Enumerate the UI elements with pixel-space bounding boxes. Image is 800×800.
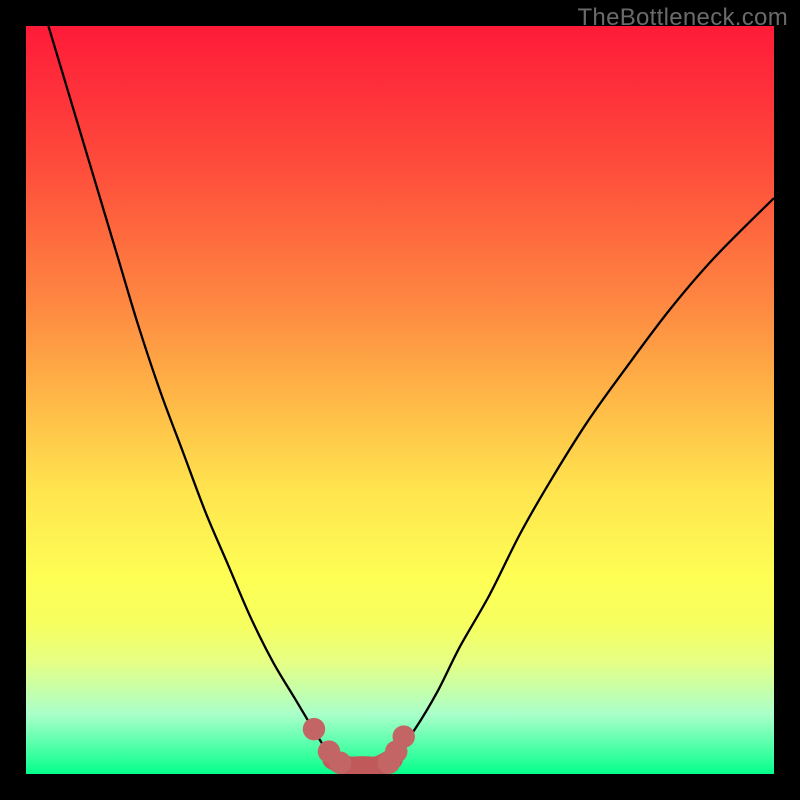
- valley-marker: [303, 718, 325, 740]
- valley-marker: [329, 752, 351, 774]
- watermark-text: TheBottleneck.com: [577, 4, 788, 32]
- right-curve: [393, 198, 774, 759]
- left-curve: [48, 26, 332, 759]
- valley-marker: [393, 725, 415, 747]
- chart-area: [26, 26, 774, 774]
- chart-svg: [26, 26, 774, 774]
